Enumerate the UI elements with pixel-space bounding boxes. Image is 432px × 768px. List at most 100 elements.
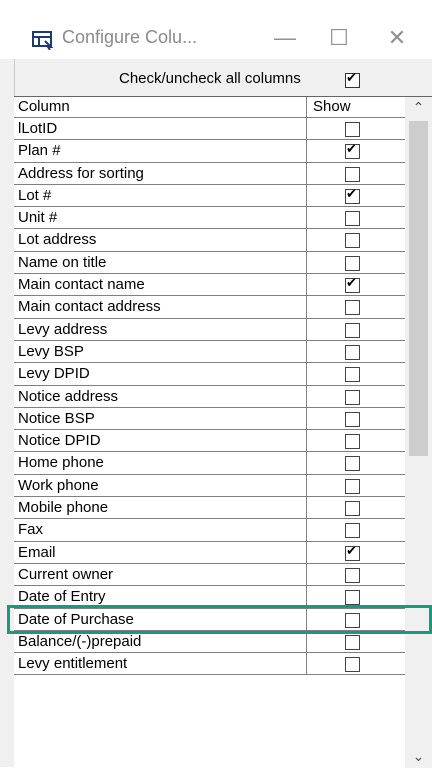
show-checkbox[interactable] [345,367,360,383]
show-cell [307,363,405,384]
show-checkbox[interactable] [345,300,360,316]
show-cell [307,163,405,184]
show-checkbox[interactable] [345,590,360,606]
show-cell [307,631,405,652]
table-row[interactable]: Email [14,541,405,564]
show-checkbox[interactable] [345,344,360,360]
show-cell [307,207,405,228]
scroll-up-button[interactable]: ⌃ [405,97,432,119]
column-name-cell: Balance/(-)prepaid [14,630,307,653]
show-checkbox[interactable] [345,523,360,539]
show-checkbox[interactable] [345,166,360,182]
table-row[interactable]: Fax [14,519,405,542]
column-header[interactable]: Column [14,97,307,117]
show-checkbox[interactable] [345,276,360,294]
table-row[interactable]: Date of Entry [14,586,405,609]
show-checkbox[interactable] [345,411,360,427]
show-checkbox[interactable] [345,612,360,628]
show-checkbox[interactable] [345,544,360,561]
show-cell [307,140,405,161]
show-checkbox[interactable] [345,122,360,137]
close-icon: ✕ [387,25,407,50]
show-checkbox[interactable] [345,142,360,160]
column-name-cell: Notice address [14,385,307,407]
show-checkbox[interactable] [345,322,360,338]
column-name-cell: Name on title [14,251,307,274]
show-header[interactable]: Show [307,97,405,117]
show-checkbox[interactable] [345,434,360,450]
show-cell [307,564,405,585]
vertical-scrollbar[interactable]: ⌃ ⌄ [405,97,432,768]
show-checkbox[interactable] [345,478,360,494]
table-row[interactable]: Unit # [14,207,405,230]
toggle-all-checkbox[interactable] [345,71,360,88]
show-checkbox[interactable] [345,211,360,227]
table-row[interactable]: Plan # [14,140,405,163]
column-name-cell: Levy DPID [14,363,307,385]
column-name-cell: Date of Purchase [14,608,307,630]
column-name-cell: Unit # [14,207,307,229]
table-row[interactable]: lLotID [14,118,405,141]
chevron-up-icon: ⌃ [412,100,425,116]
close-button[interactable]: ✕ [374,19,420,59]
maximize-button[interactable]: ☐ [316,19,362,59]
show-cell [307,519,405,540]
column-name-cell: Main contact name [14,274,307,296]
toggle-all-label: Check/uncheck all columns [119,70,301,87]
title-bar[interactable]: Configure Colu... — ☐ ✕ [14,19,432,59]
table-row[interactable]: Address for sorting [14,162,405,185]
table-row[interactable]: Home phone [14,452,405,475]
table-row[interactable]: Mobile phone [14,497,405,520]
show-checkbox[interactable] [345,657,360,673]
table-config-icon [32,31,54,50]
show-cell [307,452,405,473]
show-cell [307,319,405,340]
table-row[interactable]: Levy DPID [14,363,405,386]
scroll-thumb[interactable] [409,121,428,456]
show-checkbox[interactable] [345,456,360,472]
show-checkbox[interactable] [345,567,360,583]
table-row[interactable]: Lot # [14,184,405,208]
column-name-cell: Plan # [14,140,307,162]
show-checkbox[interactable] [345,233,360,249]
grid-rows: lLotIDPlan #Address for sortingLot #Unit… [14,118,405,676]
column-name-cell: Mobile phone [14,497,307,519]
show-cell [307,430,405,451]
show-cell [307,653,405,674]
table-row[interactable]: Levy address [14,318,405,341]
table-row[interactable]: Name on title [14,251,405,275]
table-row[interactable]: Notice address [14,385,405,408]
table-row[interactable]: Notice BSP [14,407,405,431]
table-row[interactable]: Lot address [14,229,405,252]
table-row[interactable]: Date of Purchase [14,608,405,631]
table-row[interactable]: Levy entitlement [14,653,405,676]
column-name-cell: Notice BSP [14,407,307,430]
column-name-cell: Main contact address [14,296,307,318]
table-row[interactable]: Levy BSP [14,340,405,364]
show-cell [307,229,405,250]
column-name-cell: Email [14,541,307,563]
show-cell [307,386,405,407]
show-checkbox[interactable] [345,501,360,517]
table-row[interactable]: Main contact address [14,296,405,319]
table-row[interactable]: Current owner [14,563,405,587]
chevron-down-icon: ⌄ [412,749,425,765]
minimize-button[interactable]: — [262,19,308,59]
table-row[interactable]: Notice DPID [14,430,405,453]
column-name-cell: Date of Entry [14,586,307,608]
show-checkbox[interactable] [345,634,360,650]
column-name-cell: Levy address [14,318,307,340]
scroll-down-button[interactable]: ⌄ [405,746,432,768]
table-row[interactable]: Work phone [14,474,405,498]
column-name-cell: Home phone [14,452,307,474]
column-name-cell: Levy BSP [14,340,307,363]
show-cell [307,118,405,139]
show-checkbox[interactable] [345,255,360,271]
show-cell [307,542,405,563]
show-cell [307,341,405,362]
table-row[interactable]: Main contact name [14,274,405,297]
minimize-icon: — [274,25,296,50]
show-checkbox[interactable] [345,389,360,405]
show-checkbox[interactable] [345,187,360,204]
table-row[interactable]: Balance/(-)prepaid [14,630,405,654]
